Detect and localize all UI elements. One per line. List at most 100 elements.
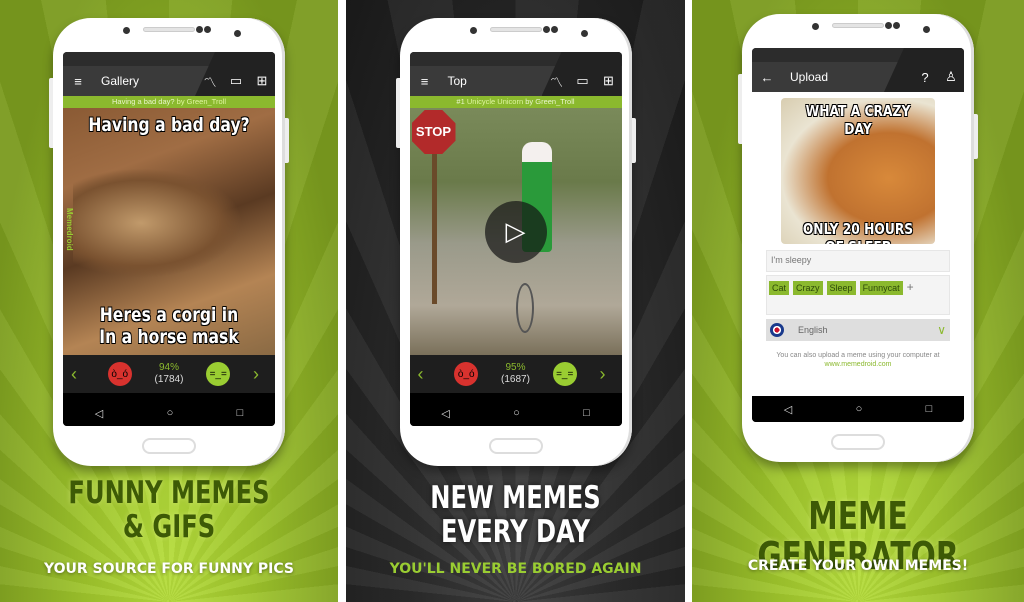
back-arrow-icon[interactable]: ←	[752, 70, 782, 85]
language-select[interactable]: English ∨	[766, 319, 950, 341]
power-button	[631, 118, 636, 163]
phone-screen: ▼ ◢ ▮ 12:30 ≡ Gallery 〽 ▭ ⊞ Having a bad…	[63, 52, 275, 426]
score: 95% (1687)	[501, 362, 530, 386]
next-arrow-icon[interactable]: ›	[599, 364, 613, 385]
play-icon: ▷	[505, 216, 526, 246]
subtitle: YOU'LL NEVER BE BORED AGAIN	[389, 561, 642, 577]
power-button	[285, 118, 289, 163]
meme-author[interactable]: by Green_Troll	[525, 97, 574, 106]
nav-home-icon[interactable]: ○	[856, 403, 863, 415]
play-button[interactable]: ▷	[484, 200, 547, 263]
score: 94% (1784)	[155, 362, 184, 386]
nav-back-icon[interactable]: ◁	[441, 407, 449, 420]
headline: FUNNY MEMES & GIFS	[37, 476, 301, 544]
volume-button	[738, 74, 742, 144]
score-percent: 95%	[505, 362, 526, 373]
home-button	[831, 434, 885, 450]
android-nav-bar: ◁ ○ □	[752, 396, 964, 422]
nav-home-icon[interactable]: ○	[167, 407, 174, 419]
phone-screen: ▼ ◢ ▮ 12:30 ≡ Top 〽 ▭ ⊞ #1 Unicycle Unic…	[409, 52, 622, 426]
home-button	[488, 438, 543, 454]
upvote-me-gusta-face-icon[interactable]: =_=	[552, 362, 577, 386]
camera-icon	[204, 26, 211, 33]
meme-author[interactable]: by Green_Troll	[177, 97, 226, 106]
app-toolbar: ≡ Gallery 〽 ▭ ⊞	[63, 66, 275, 96]
nav-back-icon[interactable]: ◁	[784, 403, 792, 416]
trending-icon[interactable]: 〽	[197, 72, 223, 91]
vote-count: (1687)	[501, 374, 530, 385]
help-icon[interactable]: ?	[912, 70, 938, 85]
nav-back-icon[interactable]: ◁	[95, 407, 103, 420]
headline-line-2: & GIFS	[122, 509, 216, 545]
language-value: English	[798, 325, 828, 335]
add-tag-icon[interactable]: +	[907, 281, 914, 293]
android-nav-bar: ◁ ○ □	[63, 400, 275, 426]
comment-icon[interactable]: ▭	[570, 73, 596, 89]
nav-home-icon[interactable]: ○	[513, 407, 520, 419]
sign-pole	[431, 154, 437, 304]
horse-mask-corgi-photo	[73, 168, 243, 278]
upvote-me-gusta-face-icon[interactable]: =_=	[206, 362, 231, 386]
menu-icon[interactable]: ≡	[63, 74, 93, 89]
android-nav-bar: ◁ ○ □	[409, 400, 622, 426]
nav-recent-icon[interactable]: □	[926, 403, 933, 415]
meme-preview-image[interactable]: WHAT A CRAZY DAY ONLY 20 HOURS OF SLEEP	[781, 98, 935, 244]
tag-chip[interactable]: Cat	[769, 281, 790, 295]
grid-view-icon[interactable]: ⊞	[596, 73, 622, 89]
promo-panel-top: ▼ ◢ ▮ 12:30 ≡ Top 〽 ▭ ⊞ #1 Unicycle Unic…	[346, 0, 685, 602]
meme-title-input[interactable]: I'm sleepy	[766, 250, 950, 272]
camera-icon	[542, 26, 550, 33]
nav-recent-icon[interactable]: □	[237, 407, 244, 419]
meme-top-text: WHAT A CRAZY DAY	[805, 102, 911, 138]
volume-button	[49, 78, 53, 148]
previous-arrow-icon[interactable]: ‹	[418, 364, 432, 385]
meme-rank: #1	[456, 97, 465, 106]
grid-view-icon[interactable]: ⊞	[249, 73, 275, 89]
camera-icon	[893, 22, 900, 29]
front-camera-icon	[923, 26, 930, 33]
stop-sign: STOP	[411, 110, 456, 154]
comment-icon[interactable]: ▭	[223, 73, 249, 89]
promo-panel-gallery: ▼ ◢ ▮ 12:30 ≡ Gallery 〽 ▭ ⊞ Having a bad…	[0, 0, 338, 602]
chevron-down-icon: ∨	[937, 323, 946, 337]
upload-note: You can also upload a meme using your co…	[766, 351, 950, 369]
website-link[interactable]: www.memedroid.com	[766, 360, 950, 369]
gif-video[interactable]: STOP ▷	[409, 108, 622, 355]
upload-note-text: You can also upload a meme using your co…	[776, 352, 940, 359]
upload-form: WHAT A CRAZY DAY ONLY 20 HOURS OF SLEEP …	[752, 92, 964, 398]
screen-title: Gallery	[101, 74, 140, 88]
meme-title: Unicycle Unicorn	[466, 97, 524, 106]
headline: NEW MEMES EVERY DAY	[383, 481, 647, 549]
headline-line-1: FUNNY MEMES	[68, 475, 270, 511]
meme-caption[interactable]: #1 Unicycle Unicorn by Green_Troll	[409, 96, 622, 108]
speaker-grille	[489, 27, 542, 32]
sensor-icon	[469, 27, 477, 34]
nav-recent-icon[interactable]: □	[583, 407, 590, 419]
front-camera-icon	[234, 30, 241, 37]
next-arrow-icon[interactable]: ›	[253, 364, 267, 385]
trending-icon[interactable]: 〽	[544, 72, 570, 91]
tags-input[interactable]: Cat Crazy Sleep Funnycat +	[766, 275, 950, 315]
meme-bottom-text-2: In a horse mask	[99, 326, 239, 348]
meme-image[interactable]: Having a bad day? Memedroid Heres a corg…	[63, 108, 275, 355]
tag-chip[interactable]: Crazy	[793, 281, 823, 295]
notification-icon[interactable]: ♙	[938, 69, 964, 85]
score-percent: 94%	[158, 362, 179, 373]
meme-caption[interactable]: Having a bad day? by Green_Troll	[63, 96, 275, 108]
tag-chip[interactable]: Sleep	[826, 281, 856, 295]
phone-frame: ▼ ◢ ▮ 12:30 ← Upload ? ♙ WHAT A CRAZY DA…	[738, 14, 978, 462]
app-toolbar: ← Upload ? ♙	[752, 62, 964, 92]
previous-arrow-icon[interactable]: ‹	[71, 364, 85, 385]
vote-bar: ‹ ò_ó 94% (1784) =_= ›	[63, 355, 275, 393]
screen-title: Top	[447, 74, 467, 88]
tag-chip[interactable]: Funnycat	[859, 281, 903, 295]
power-button	[974, 114, 978, 159]
watermark: Memedroid	[65, 208, 74, 251]
home-button	[142, 438, 196, 454]
phone-frame: ▼ ◢ ▮ 12:30 ≡ Gallery 〽 ▭ ⊞ Having a bad…	[49, 18, 289, 466]
menu-icon[interactable]: ≡	[410, 74, 440, 89]
downvote-rage-face-icon[interactable]: ò_ó	[454, 362, 479, 386]
downvote-rage-face-icon[interactable]: ò_ó	[107, 362, 132, 386]
screen-title: Upload	[790, 70, 829, 84]
camera-icon	[550, 26, 558, 33]
